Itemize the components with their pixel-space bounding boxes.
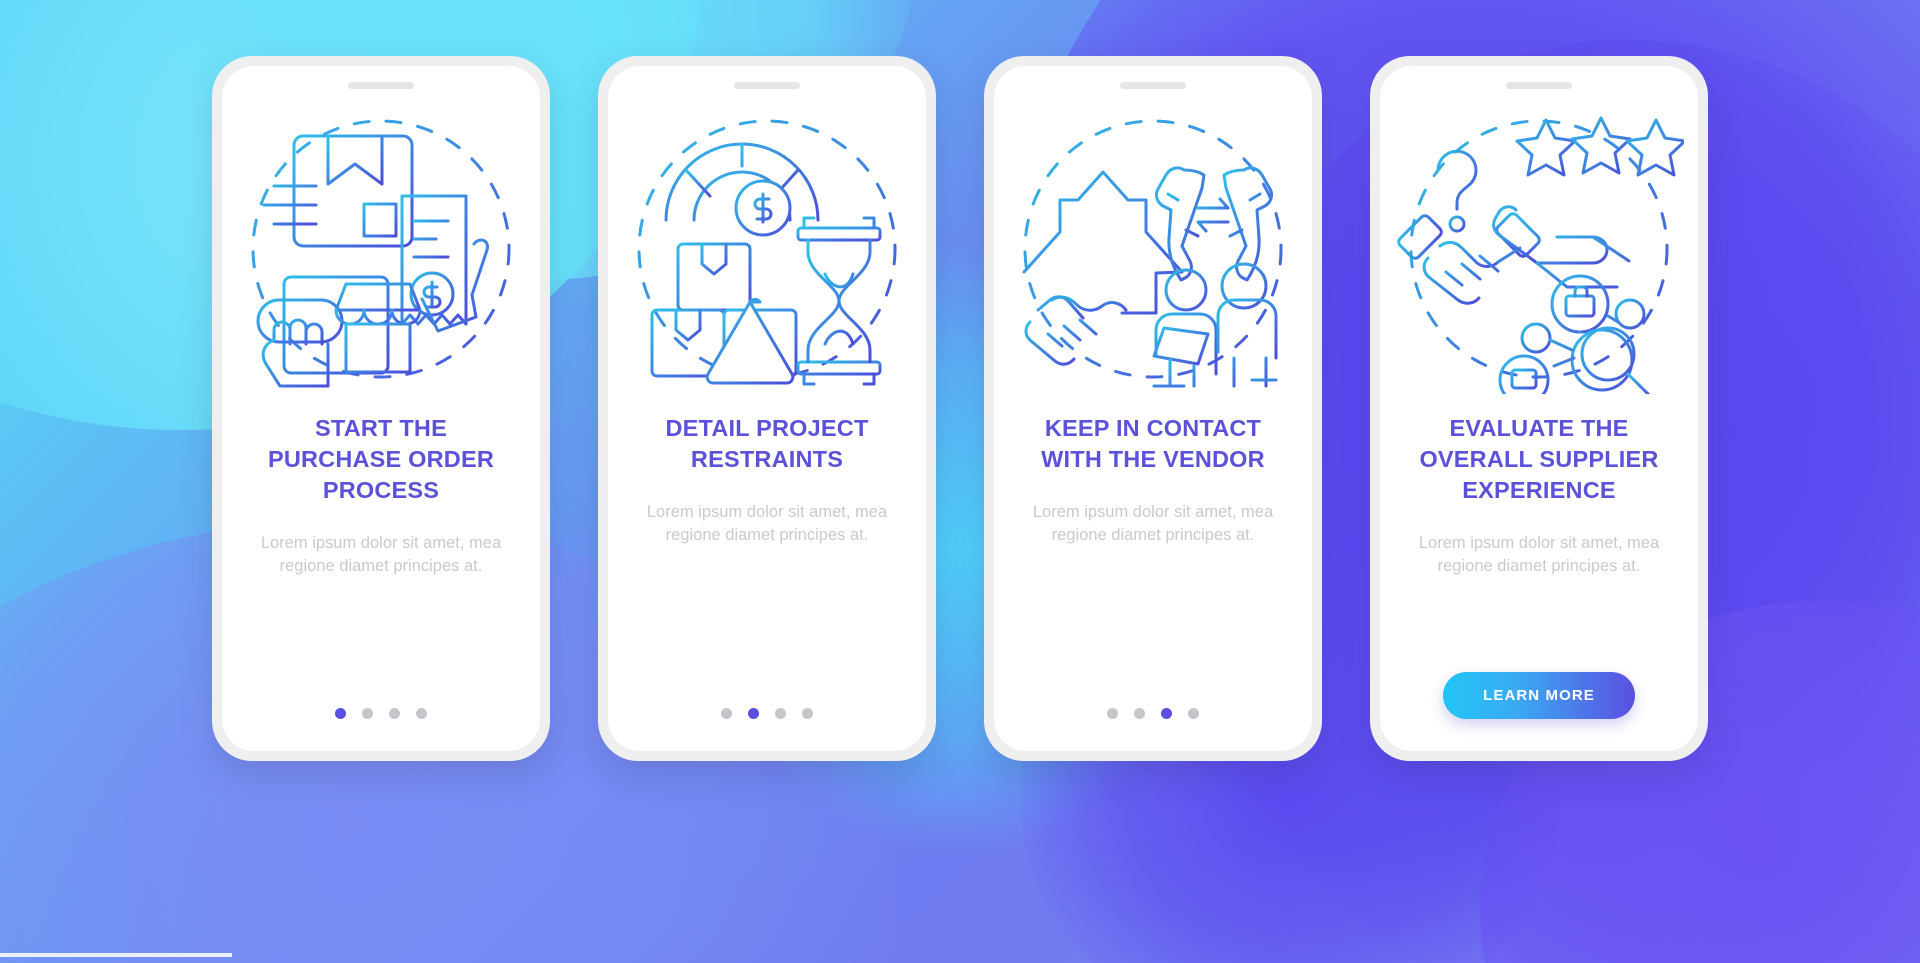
phone-mockup-evaluate-overall-supplier-experience: EVALUATE THE OVERALL SUPPLIER EXPERIENCE… — [1370, 56, 1708, 761]
pagination-dot-3[interactable] — [389, 708, 400, 719]
screen-title: START THE PURCHASE ORDER PROCESS — [267, 415, 495, 504]
phone-screen: DETAIL PROJECT RESTRAINTS Lorem ipsum do… — [608, 66, 926, 751]
screen-title: KEEP IN CONTACT WITH THE VENDOR — [1041, 415, 1265, 473]
screen-footer: LEARN MORE — [1380, 672, 1698, 719]
handshake-phone-people-illustration — [994, 99, 1312, 399]
phone-mockup-keep-in-contact-with-vendor: KEEP IN CONTACT WITH THE VENDOR Lorem ip… — [984, 56, 1322, 761]
screen-footer — [222, 708, 540, 719]
screen-body-text: Lorem ipsum dolor sit amet, mea regione … — [260, 534, 502, 576]
phone-card-row: START THE PURCHASE ORDER PROCESS Lorem i… — [0, 0, 1920, 963]
phone-screen: KEEP IN CONTACT WITH THE VENDOR Lorem ip… — [994, 66, 1312, 751]
pagination-dots[interactable] — [721, 708, 813, 719]
package-receipt-storefront-illustration — [222, 99, 540, 399]
pagination-dot-1[interactable] — [1107, 708, 1118, 719]
pagination-dot-3[interactable] — [1161, 708, 1172, 719]
phone-screen: EVALUATE THE OVERALL SUPPLIER EXPERIENCE… — [1380, 66, 1698, 751]
phone-screen: START THE PURCHASE ORDER PROCESS Lorem i… — [222, 66, 540, 751]
pagination-dot-2[interactable] — [1134, 708, 1145, 719]
phone-mockup-start-purchase-order-process: START THE PURCHASE ORDER PROCESS Lorem i… — [212, 56, 550, 761]
pagination-dot-1[interactable] — [335, 708, 346, 719]
screen-footer — [608, 708, 926, 719]
phone-mockup-detail-project-restraints: DETAIL PROJECT RESTRAINTS Lorem ipsum do… — [598, 56, 936, 761]
pagination-dot-1[interactable] — [721, 708, 732, 719]
screen-title: DETAIL PROJECT RESTRAINTS — [665, 415, 869, 473]
phone-speaker-bar — [1120, 82, 1186, 89]
stars-handshake-network-illustration — [1380, 99, 1698, 399]
pagination-dot-2[interactable] — [362, 708, 373, 719]
pagination-dot-3[interactable] — [775, 708, 786, 719]
pagination-dot-4[interactable] — [416, 708, 427, 719]
bottom-white-stripe — [0, 953, 232, 957]
gauge-boxes-hourglass-illustration — [608, 99, 926, 399]
pagination-dot-2[interactable] — [748, 708, 759, 719]
screen-body-text: Lorem ipsum dolor sit amet, mea regione … — [1032, 503, 1274, 545]
screen-title: EVALUATE THE OVERALL SUPPLIER EXPERIENCE — [1419, 415, 1659, 504]
pagination-dots[interactable] — [335, 708, 427, 719]
pagination-dot-4[interactable] — [802, 708, 813, 719]
phone-speaker-bar — [734, 82, 800, 89]
pagination-dots[interactable] — [1107, 708, 1199, 719]
screen-footer — [994, 708, 1312, 719]
learn-more-button[interactable]: LEARN MORE — [1443, 672, 1635, 719]
pagination-dot-4[interactable] — [1188, 708, 1199, 719]
phone-speaker-bar — [348, 82, 414, 89]
screen-body-text: Lorem ipsum dolor sit amet, mea regione … — [1418, 534, 1660, 576]
onboarding-screens-mockup: START THE PURCHASE ORDER PROCESS Lorem i… — [0, 0, 1920, 963]
screen-body-text: Lorem ipsum dolor sit amet, mea regione … — [646, 503, 888, 545]
phone-speaker-bar — [1506, 82, 1572, 89]
